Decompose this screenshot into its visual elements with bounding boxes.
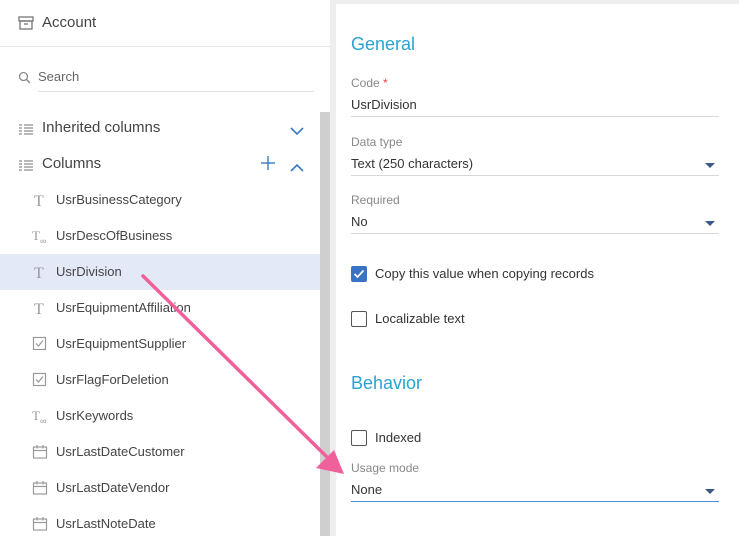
code-label: Code (351, 76, 380, 90)
section-title-behavior: Behavior (351, 373, 423, 393)
checkbox-checked-icon[interactable] (351, 266, 367, 282)
object-header: Account (0, 0, 330, 47)
search-input[interactable] (38, 69, 298, 84)
column-item[interactable]: T ∞ UsrKeywords (0, 398, 320, 434)
section-title-general: General (351, 34, 416, 54)
required-asterisk: * (383, 76, 388, 90)
add-column-plus-icon[interactable] (260, 155, 276, 176)
text-type-icon: T (32, 192, 48, 210)
column-name: UsrLastNoteDate (56, 516, 156, 531)
list-icon (19, 122, 33, 140)
usage-mode-field[interactable]: Usage mode None (351, 461, 719, 502)
checkbox-unchecked-icon[interactable] (351, 311, 367, 327)
copy-value-label: Copy this value when copying records (375, 266, 594, 281)
column-list: T UsrBusinessCategory T ∞ UsrDescOfBusiness T… (0, 182, 320, 536)
svg-text:T: T (34, 265, 44, 280)
group-columns[interactable]: Columns (0, 151, 320, 177)
code-field[interactable]: Code * UsrDivision (351, 76, 719, 117)
svg-text:T: T (34, 301, 44, 316)
calendar-icon (32, 480, 48, 496)
column-properties-panel: General Code * UsrDivision Data type Tex… (336, 4, 739, 536)
svg-text:T: T (32, 228, 40, 243)
checkbox-unchecked-icon[interactable] (351, 430, 367, 446)
usage-mode-value[interactable]: None (351, 482, 719, 500)
search-underline (38, 91, 314, 92)
required-value[interactable]: No (351, 214, 719, 232)
unlimited-text-icon: T ∞ (32, 228, 48, 246)
column-item[interactable]: UsrLastDateCustomer (0, 434, 320, 470)
svg-text:T: T (34, 193, 44, 208)
column-item[interactable]: T UsrEquipmentAffiliation (0, 290, 320, 326)
dropdown-caret-icon[interactable] (705, 489, 715, 494)
usage-mode-label: Usage mode (351, 461, 420, 475)
field-underline (351, 116, 719, 117)
data-type-value[interactable]: Text (250 characters) (351, 156, 719, 174)
boolean-checkbox-icon (32, 372, 48, 388)
column-name: UsrEquipmentAffiliation (56, 300, 191, 315)
column-item[interactable]: UsrLastNoteDate (0, 506, 320, 536)
text-type-icon: T (32, 300, 48, 318)
column-name: UsrFlagForDeletion (56, 372, 169, 387)
indexed-label: Indexed (375, 430, 422, 445)
column-item[interactable]: UsrLastDateVendor (0, 470, 320, 506)
column-name: UsrDivision (56, 264, 122, 279)
search-icon (18, 71, 31, 89)
localizable-label: Localizable text (375, 311, 465, 326)
column-item[interactable]: T UsrBusinessCategory (0, 182, 320, 218)
scrollbar-thumb[interactable] (320, 112, 330, 536)
dropdown-caret-icon[interactable] (705, 221, 715, 226)
object-title: Account (42, 14, 97, 31)
column-item[interactable]: T ∞ UsrDescOfBusiness (0, 218, 320, 254)
column-name: UsrDescOfBusiness (56, 228, 173, 243)
unlimited-text-icon: T ∞ (32, 408, 48, 426)
calendar-icon (32, 516, 48, 532)
data-type-label: Data type (351, 135, 403, 149)
archive-box-icon (18, 16, 34, 35)
list-icon (19, 158, 33, 176)
calendar-icon (32, 444, 48, 460)
group-inherited-columns[interactable]: Inherited columns (0, 115, 320, 141)
svg-text:∞: ∞ (40, 416, 46, 424)
field-underline (351, 175, 719, 176)
svg-text:∞: ∞ (40, 236, 46, 244)
required-field[interactable]: Required No (351, 193, 719, 234)
dropdown-caret-icon[interactable] (705, 163, 715, 168)
code-value[interactable]: UsrDivision (351, 97, 719, 115)
column-item[interactable]: UsrEquipmentSupplier (0, 326, 320, 362)
field-underline (351, 233, 719, 234)
column-name: UsrLastDateCustomer (56, 444, 185, 459)
left-panel: Account Inherited columns Columns T UsrBu… (0, 0, 330, 536)
column-name: UsrKeywords (56, 408, 134, 423)
svg-text:T: T (32, 408, 40, 423)
data-type-field[interactable]: Data type Text (250 characters) (351, 135, 719, 176)
column-name: UsrEquipmentSupplier (56, 336, 187, 351)
field-underline (351, 501, 719, 502)
column-item[interactable]: UsrFlagForDeletion (0, 362, 320, 398)
chevron-up-icon[interactable] (290, 159, 304, 177)
text-type-icon: T (32, 264, 48, 282)
group-label: Columns (42, 155, 102, 172)
column-item[interactable]: T UsrDivision (0, 254, 320, 290)
group-label: Inherited columns (42, 119, 161, 136)
search-box[interactable] (18, 66, 314, 92)
boolean-checkbox-icon (32, 336, 48, 352)
required-label: Required (351, 193, 400, 207)
column-name: UsrBusinessCategory (56, 192, 182, 207)
chevron-down-icon[interactable] (290, 123, 304, 141)
column-name: UsrLastDateVendor (56, 480, 170, 495)
